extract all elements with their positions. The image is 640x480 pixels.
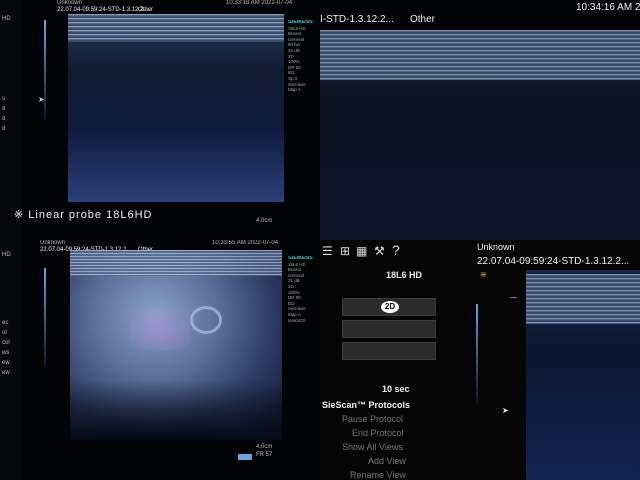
ultrasound-image	[526, 270, 640, 480]
mode-label: Other	[410, 14, 436, 25]
timestamp: 10:33:55 AM 2022-07-04	[212, 240, 279, 246]
study-id: I-STD-1.3.12.2...	[320, 14, 394, 25]
help-icon[interactable]: ?	[392, 242, 400, 258]
menu-item-rename-view[interactable]: Rename View	[350, 470, 406, 480]
empty-button[interactable]	[342, 320, 436, 338]
timestamp: 10:34:16 AM 2	[576, 2, 640, 13]
status-indicator	[238, 454, 252, 460]
patient-name: Unknown	[477, 242, 515, 252]
focus-arrow-icon: ➤	[502, 406, 509, 415]
tgc-bar	[44, 268, 46, 368]
patient-name: Unknown	[40, 240, 66, 246]
wrench-icon[interactable]: ⚒	[374, 244, 385, 258]
menu-item-pause-protocol[interactable]: Pause Protocol	[342, 414, 403, 424]
list-icon[interactable]: ☰	[322, 244, 333, 258]
flag-icon: ≅	[480, 270, 487, 279]
sidebar-label: ew	[2, 370, 10, 376]
depth-label: 4.0cm	[256, 444, 273, 450]
protocol-control-panel: ☰ ⊞ ▦ ⚒ ? 18L6 HD 2D 10 sec SieScan™ Pro…	[320, 240, 640, 480]
tgc-bar	[476, 304, 478, 404]
probe-name: 18L6 HD	[386, 270, 423, 280]
focus-marker-icon: ➤	[38, 95, 45, 104]
study-id: 22.07.04-09:59:24-STD-1.3.12.2...	[477, 256, 630, 267]
menu-item-add-view[interactable]: Add View	[368, 456, 406, 466]
sidebar-label: ec	[2, 320, 9, 326]
menu-item-end-protocol[interactable]: End Protocol	[352, 428, 404, 438]
sidebar-label: s	[2, 96, 5, 102]
sidebar-label: ew	[2, 360, 10, 366]
timestamp: 10:33:18 AM 2022-07-04	[226, 0, 293, 6]
protocols-title: SieScan™ Protocols	[322, 400, 411, 410]
imaging-parameters: SIEMENS 18L6 HD Breast General 90 fps 34 d…	[288, 20, 313, 93]
live-image-panel-bottom-left: HD ec ol col ws ew ew Unknown 22.07.04-0…	[0, 240, 320, 480]
patient-name: Unknown	[57, 0, 83, 6]
ultrasound-image	[70, 250, 282, 440]
mode-label: Other	[138, 7, 154, 13]
sidebar-label: HD	[2, 16, 11, 22]
ultrasound-image	[320, 30, 640, 240]
sidebar-label: ws	[2, 350, 10, 356]
frame-rate: FR 57	[256, 452, 273, 458]
empty-button[interactable]	[342, 342, 436, 360]
imaging-parameters: SIEMENS 18L6 HD Breast General 31 dB 2D 100…	[288, 256, 313, 323]
duration-label: 10 sec	[382, 384, 410, 394]
tgc-bar	[44, 20, 46, 120]
left-sidebar-strip: HD s d d d	[0, 0, 22, 240]
sidebar-label: d	[2, 106, 6, 112]
ultrasound-image	[68, 14, 284, 202]
sidebar-label: ol	[2, 330, 7, 336]
left-sidebar-strip: HD ec ol col ws ew ew	[0, 240, 22, 480]
frozen-image-panel-top-left: HD s d d d Unknown 22.07.04-09:59:24-STD…	[0, 0, 320, 240]
depth-label: 4.0cm	[256, 218, 273, 224]
grid-icon[interactable]: ▦	[356, 244, 367, 258]
sidebar-label: d	[2, 116, 6, 122]
focus-marker-icon: —	[510, 294, 517, 301]
tree-icon[interactable]: ⊞	[340, 244, 350, 258]
menu-item-show-all-views[interactable]: Show All Views	[342, 442, 403, 452]
sidebar-label: d	[2, 126, 6, 132]
sidebar-label: col	[2, 340, 10, 346]
sidebar-label: HD	[2, 252, 11, 258]
probe-caption: ※ Linear probe 18L6HD	[14, 209, 153, 221]
mode-2d-button[interactable]: 2D	[342, 298, 436, 316]
frozen-image-panel-top-right: I-STD-1.3.12.2... Other 10:34:16 AM 2	[320, 0, 640, 240]
study-id: 22.07.04-09:59:24-STD-1.3.12.2....	[57, 7, 151, 13]
